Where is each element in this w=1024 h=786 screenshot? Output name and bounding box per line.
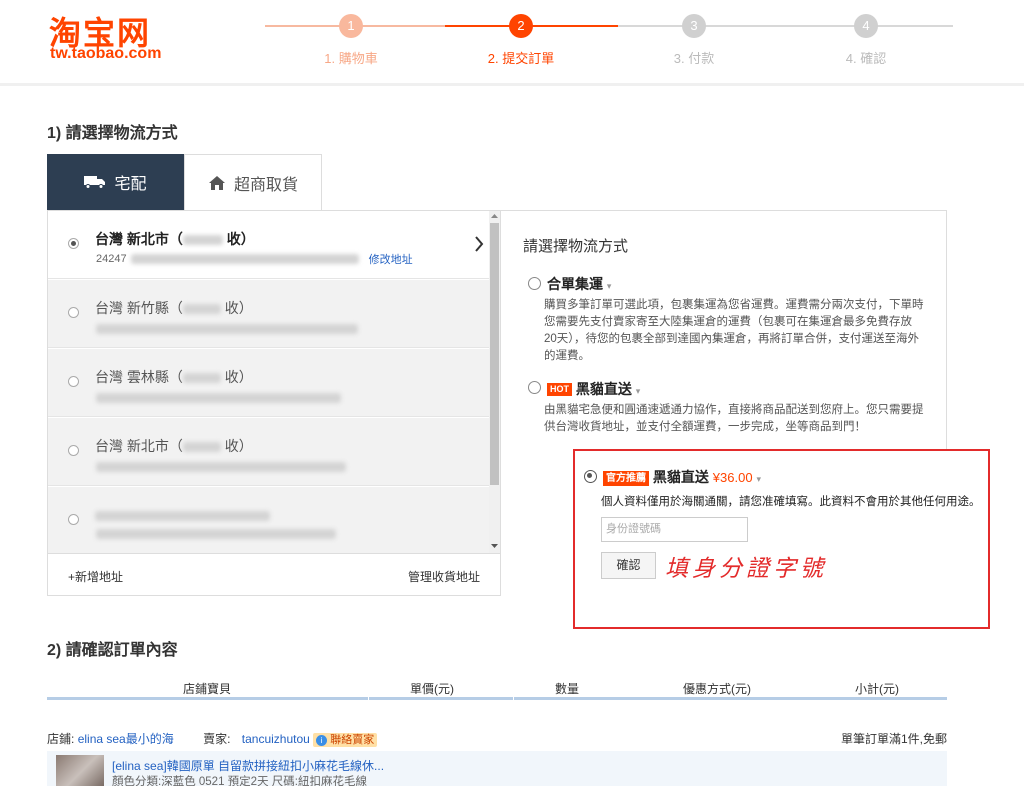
black-cat-desc: 由黑貓宅急便和圓通速遞通力協作，直接將商品配送到您府上。您只需要提供台灣收貨地址… [544, 404, 924, 433]
scroll-up-icon[interactable] [491, 213, 498, 219]
address-radio[interactable] [68, 514, 79, 525]
chevron-down-icon: ▾ [606, 281, 612, 291]
tab-store-pickup[interactable]: 超商取貨 [184, 154, 322, 210]
tab-home-delivery-label: 宅配 [114, 176, 147, 193]
order-table-header: 店鋪寶貝 單價(元) 數量 優惠方式(元) 小計(元) [47, 678, 947, 700]
col-discount: 優惠方式(元) [683, 682, 751, 696]
col-quantity: 數量 [554, 682, 579, 696]
address-detail [96, 393, 341, 403]
chevron-right-icon[interactable] [474, 235, 484, 253]
address-item[interactable]: 台灣 新竹縣（ 收） [48, 280, 489, 348]
tab-store-pickup-label: 超商取貨 [233, 176, 298, 194]
address-recipient: 台灣 新北市（ 收） [95, 231, 255, 247]
scroll-down-icon[interactable] [491, 543, 498, 549]
step-2-circle: 2 [509, 14, 533, 38]
shop-label: 店鋪: [47, 732, 75, 746]
address-item[interactable]: 台灣 雲林縣（ 收） [48, 349, 489, 417]
order-section-title: 2) 請確認訂單內容 [47, 642, 178, 659]
taobao-url: tw.taobao.com [50, 45, 162, 62]
checkout-header: 淘宝网 tw.taobao.com 1 2 3 4 1. 購物車 2. 提交訂單… [0, 0, 1024, 86]
shipping-note: 單筆訂單滿1件,免郵 [840, 732, 947, 746]
col-unit-price: 單價(元) [410, 682, 454, 696]
address-detail [96, 462, 346, 472]
seller-name-link[interactable]: tancuizhutou [242, 732, 310, 746]
shop-row: 店鋪: elina sea最小的海 賣家: tancuizhutou i 聯絡賣… [47, 730, 947, 748]
customs-notice: 個人資料僅用於海關通關，請您准確填寫。此資料不會用於其他任何用途。 [601, 496, 981, 508]
address-recipient [95, 507, 270, 523]
consolidated-shipping-desc: 購買多筆訂單可選此項，包裹集運為您省運費。運費需分兩次支付，下單時您需要先支付賣… [544, 299, 924, 362]
step-1-label: 1. 購物車 [324, 51, 378, 66]
item-title-link[interactable]: [elina sea]韓國原單 自留款拼接紐扣小麻花毛線休... [112, 757, 384, 774]
handwritten-note: 填身分證字號 [665, 556, 827, 582]
address-radio[interactable] [68, 445, 79, 456]
address-radio[interactable] [68, 376, 79, 387]
logistics-title: 請選擇物流方式 [523, 238, 629, 255]
step-3-circle: 3 [682, 14, 706, 38]
address-recipient: 台灣 新北市（ 收） [95, 438, 253, 454]
address-item[interactable]: 台灣 新北市（ 收） 24247 修改地址 [48, 211, 489, 279]
address-detail [96, 324, 358, 334]
item-thumbnail[interactable] [56, 755, 104, 786]
edit-address-link[interactable]: 修改地址 [369, 251, 413, 267]
consolidated-shipping-option[interactable]: 合單集運 ▾ [547, 274, 611, 294]
step-4-label: 4. 確認 [845, 51, 887, 66]
step-4-circle: 4 [854, 14, 878, 38]
tab-home-delivery[interactable]: 宅配 [47, 154, 184, 210]
confirm-button[interactable]: 確認 [601, 552, 656, 579]
shipping-price: ¥36.00 [712, 470, 753, 485]
address-footer: +新增地址 管理收貨地址 [48, 553, 500, 595]
manage-address-link[interactable]: 管理收貨地址 [408, 568, 480, 585]
address-radio[interactable] [68, 238, 79, 249]
order-item-row: [elina sea]韓國原單 自留款拼接紐扣小麻花毛線休... 顏色分類:深藍… [47, 751, 947, 786]
consolidated-shipping-radio[interactable] [528, 277, 541, 290]
address-detail: 24247 修改地址 [96, 251, 413, 267]
black-cat-selected-option[interactable]: 官方推薦 黑貓直送 ¥36.00 ▾ [603, 467, 761, 487]
seller-label: 賣家: [203, 732, 231, 746]
home-icon [208, 175, 225, 190]
black-cat-radio[interactable] [528, 381, 541, 394]
chevron-down-icon: ▾ [756, 474, 761, 484]
address-recipient: 台灣 新竹縣（ 收） [95, 300, 253, 316]
official-badge: 官方推薦 [603, 471, 649, 486]
address-radio[interactable] [68, 307, 79, 318]
address-item[interactable] [48, 487, 489, 553]
address-recipient: 台灣 雲林縣（ 收） [95, 369, 253, 385]
chat-icon: i [316, 735, 328, 746]
hot-badge: HOT [547, 383, 572, 396]
chevron-down-icon: ▾ [635, 386, 641, 396]
step-1-circle: 1 [339, 14, 363, 38]
black-cat-selected-radio[interactable] [584, 470, 597, 483]
address-detail [96, 529, 336, 539]
scroll-thumb[interactable] [490, 223, 499, 485]
address-list: 台灣 新北市（ 收） 24247 修改地址 台灣 新竹縣（ 收） 台灣 雲林縣（… [48, 211, 489, 553]
shipping-section-title: 1) 請選擇物流方式 [47, 125, 178, 142]
truck-icon [84, 176, 106, 189]
add-address-link[interactable]: +新增地址 [68, 568, 123, 585]
shop-name-link[interactable]: elina sea最小的海 [78, 732, 174, 746]
col-shop-item: 店鋪寶貝 [182, 682, 231, 696]
contact-seller-button[interactable]: i 聯絡賣家 [313, 733, 378, 747]
step-3-label: 3. 付款 [673, 51, 715, 66]
step-2-label: 2. 提交訂單 [487, 51, 555, 66]
id-number-input[interactable]: 身份證號碼 [601, 517, 748, 542]
step-progress-todo [618, 25, 953, 27]
address-scrollbar[interactable] [489, 211, 500, 553]
black-cat-selected-box: 官方推薦 黑貓直送 ¥36.00 ▾ 個人資料僅用於海關通關，請您准確填寫。此資… [573, 449, 990, 629]
item-spec: 顏色分類:深藍色 0521 預定2天 尺碼:紐扣麻花毛線 [112, 776, 367, 786]
col-subtotal: 小計(元) [855, 682, 899, 696]
address-item[interactable]: 台灣 新北市（ 收） [48, 418, 489, 486]
black-cat-option[interactable]: HOT 黑貓直送 ▾ [547, 379, 640, 399]
address-panel: 台灣 新北市（ 收） 24247 修改地址 台灣 新竹縣（ 收） 台灣 雲林縣（… [47, 210, 501, 596]
